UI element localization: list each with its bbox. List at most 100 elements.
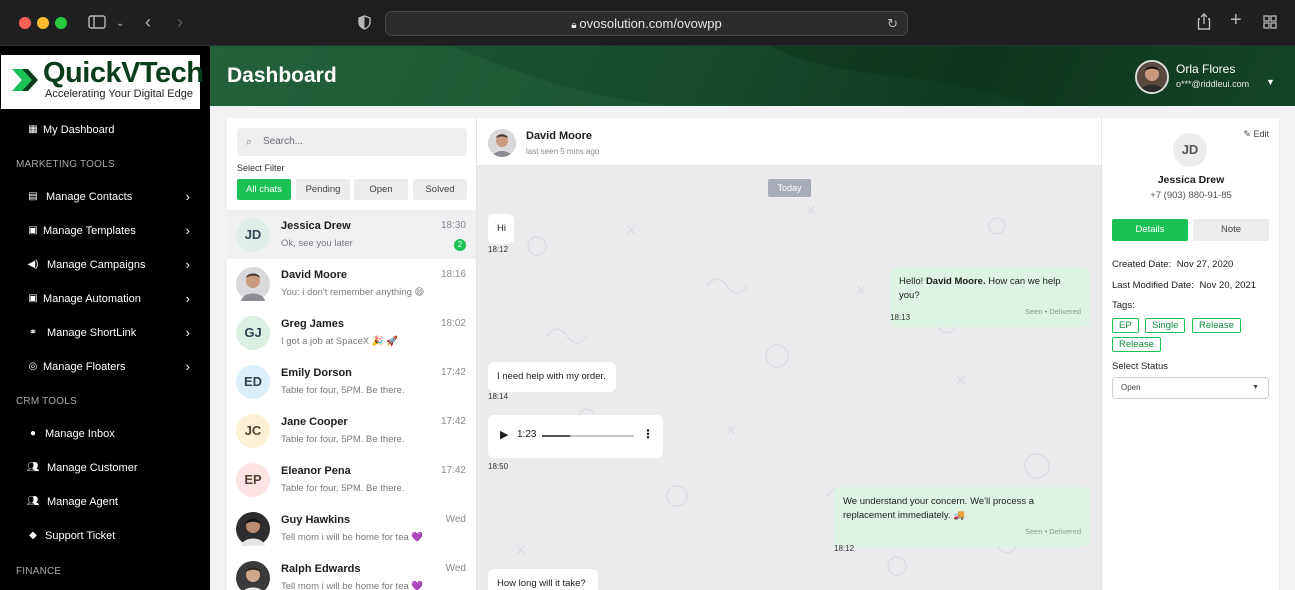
section-marketing-tools: MARKETING TOOLS: [16, 159, 115, 170]
contact-details-panel: ✎ Edit JD Jessica Drew +7 (903) 880-91-8…: [1101, 118, 1279, 590]
logo-arrow-icon: [12, 69, 38, 91]
message-time: 18:12: [834, 544, 855, 553]
avatar: JD: [1173, 133, 1207, 167]
section-crm-tools: CRM TOOLS: [16, 396, 77, 407]
tag-chip[interactable]: EP: [1112, 318, 1139, 333]
avatar: JC: [236, 414, 270, 448]
avatar: JD: [236, 218, 270, 252]
chat-time: Wed: [445, 514, 466, 525]
logo-title: QuickVTech: [43, 57, 204, 89]
address-bar[interactable]: 🔒︎ ovosolution.com/ovowpp ↻: [385, 11, 908, 36]
megaphone-icon: ◀︎): [27, 259, 39, 270]
sidebar-toggle-icon[interactable]: [88, 15, 106, 33]
chat-name: Emily Dorson: [281, 367, 352, 379]
sidebar-item-manage-agent[interactable]: 👥︎ Manage Agent: [0, 489, 210, 515]
avatar[interactable]: [488, 129, 516, 157]
chat-list-item[interactable]: ED Emily Dorson Table for four, 5PM. Be …: [227, 357, 476, 406]
tag-chip[interactable]: Single: [1145, 318, 1186, 333]
chat-list-item[interactable]: JC Jane Cooper Table for four, 5PM. Be t…: [227, 406, 476, 455]
sidebar-item-manage-shortlink[interactable]: ⚭ Manage ShortLink ›: [0, 320, 210, 346]
sidebar-item-label: Manage Customer: [47, 462, 138, 474]
filter-open[interactable]: Open: [354, 179, 408, 200]
date-divider: Today: [768, 179, 811, 197]
close-window-button[interactable]: [19, 17, 31, 29]
shield-icon[interactable]: [358, 15, 371, 34]
message-bubble-outgoing: We understand your concern. We'll proces…: [834, 487, 1090, 547]
chat-name: Jessica Drew: [281, 220, 351, 232]
more-vertical-icon[interactable]: ⋮: [642, 427, 654, 441]
message-text: I need help with my order.: [497, 371, 606, 382]
audio-track[interactable]: [542, 435, 634, 437]
tag-chip[interactable]: Release: [1192, 318, 1241, 333]
user-email: o***@riddleui.com: [1176, 79, 1250, 89]
back-icon[interactable]: ‹: [145, 13, 151, 31]
chat-time: 18:16: [440, 269, 466, 280]
tab-details[interactable]: Details: [1112, 219, 1188, 241]
chat-list-item[interactable]: GJ Greg James I got a job at SpaceX 🎉 🚀 …: [227, 308, 476, 357]
message-time: 18:13: [890, 313, 911, 322]
users-icon: 👥︎: [26, 462, 40, 473]
sidebar-item-label: Manage Agent: [47, 496, 118, 508]
chat-preview: Table for four, 5PM. Be there.: [281, 385, 405, 396]
play-icon[interactable]: ▶: [500, 428, 508, 442]
new-tab-icon[interactable]: +: [1230, 10, 1242, 30]
avatar: ED: [236, 365, 270, 399]
caret-down-icon[interactable]: ▼: [1266, 77, 1275, 87]
filter-pending[interactable]: Pending: [296, 179, 350, 200]
filter-solved[interactable]: Solved: [413, 179, 467, 200]
avatar: [236, 561, 270, 590]
filter-all-chats[interactable]: All chats: [237, 179, 291, 200]
sidebar-item-manage-contacts[interactable]: ▤ Manage Contacts ›: [0, 184, 210, 210]
search-input[interactable]: ⌕ Search...: [237, 128, 467, 156]
last-seen: last seen 5 mins ago: [526, 147, 600, 156]
user-name[interactable]: Orla Flores: [1176, 62, 1235, 76]
chat-list-item[interactable]: Guy Hawkins Tell mom i will be home for …: [227, 504, 476, 553]
sidebar-item-manage-templates[interactable]: ▣ Manage Templates ›: [0, 218, 210, 244]
chevron-down-icon[interactable]: ⌄: [116, 16, 124, 32]
message-text: Hello! David Moore. How can we help you?: [899, 276, 1061, 301]
tag-chip[interactable]: Release: [1112, 337, 1161, 352]
chat-preview: Table for four, 5PM. Be there.: [281, 434, 405, 445]
sidebar-item-label: My Dashboard: [43, 124, 115, 136]
message-bubble-incoming: Hi: [488, 214, 514, 244]
reload-icon[interactable]: ↻: [887, 12, 898, 35]
delivery-status: Seen • Delivered: [1025, 527, 1081, 536]
chat-name: Greg James: [281, 318, 344, 330]
chat-preview: You: i don't remember anything 😄: [281, 287, 425, 298]
message-time: 18:14: [488, 392, 509, 401]
chat-time: 18:30: [440, 220, 466, 231]
chat-time: Wed: [445, 563, 466, 574]
sidebar-item-manage-automation[interactable]: ▣ Manage Automation ›: [0, 286, 210, 312]
sidebar-item-manage-inbox[interactable]: ● Manage Inbox: [0, 421, 210, 447]
sidebar-item-manage-floaters[interactable]: ◎ Manage Floaters ›: [0, 354, 210, 380]
sidebar-item-label: Manage Campaigns: [47, 259, 146, 271]
chat-name: Eleanor Pena: [281, 465, 351, 477]
created-date: Created Date: Nov 27, 2020: [1112, 259, 1234, 270]
sidebar-item-manage-customer[interactable]: 👥︎ Manage Customer: [0, 455, 210, 481]
chevron-right-icon: ›: [185, 291, 190, 306]
avatar[interactable]: [1135, 60, 1169, 94]
edit-button[interactable]: ✎ Edit: [1243, 129, 1269, 140]
share-icon[interactable]: [1197, 13, 1211, 34]
status-select[interactable]: Open ▼: [1112, 377, 1269, 399]
sidebar-item-label: Manage ShortLink: [47, 327, 137, 339]
logo-tagline: Accelerating Your Digital Edge: [45, 88, 193, 100]
chat-list-item[interactable]: JD Jessica Drew Ok, see you later 18:30 …: [227, 210, 476, 259]
tab-note[interactable]: Note: [1193, 219, 1269, 241]
message-text: How long will it take?: [497, 578, 586, 589]
avatar: [236, 512, 270, 546]
message-text: Hi: [497, 223, 506, 234]
tab-overview-icon[interactable]: [1263, 15, 1277, 33]
minimize-window-button[interactable]: [37, 17, 49, 29]
chat-list-item[interactable]: EP Eleanor Pena Table for four, 5PM. Be …: [227, 455, 476, 504]
chat-list-item[interactable]: Ralph Edwards Tell mom i will be home fo…: [227, 553, 476, 590]
sidebar-item-my-dashboard[interactable]: ▦ My Dashboard: [0, 117, 210, 143]
sidebar-item-support-ticket[interactable]: ◆ Support Ticket: [0, 523, 210, 549]
maximize-window-button[interactable]: [55, 17, 67, 29]
sidebar-item-manage-campaigns[interactable]: ◀︎) Manage Campaigns ›: [0, 252, 210, 278]
logo[interactable]: QuickVTech Accelerating Your Digital Edg…: [1, 55, 204, 109]
filter-label: Select Filter: [237, 163, 285, 173]
chat-list-item[interactable]: David Moore You: i don't remember anythi…: [227, 259, 476, 308]
forward-icon[interactable]: ›: [177, 13, 183, 31]
pencil-icon: ✎: [1243, 129, 1251, 139]
